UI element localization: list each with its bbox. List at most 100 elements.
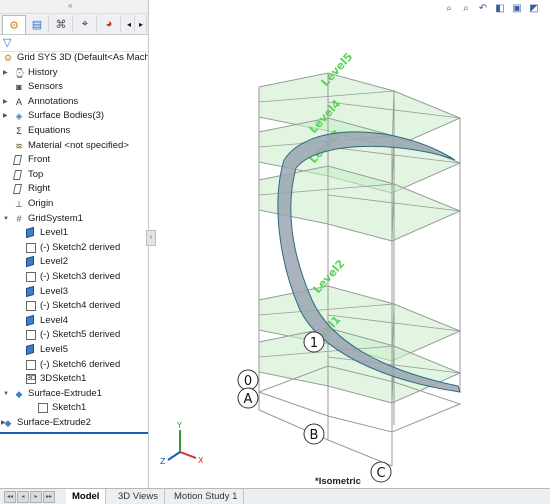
panel-tab-bar: ⚙ ▤ ⌘ ⌖ ◕ ◂ ▸ [0, 14, 148, 35]
tree-item-annotations[interactable]: ▶ A Annotations [0, 95, 148, 109]
grip-icon[interactable]: « [68, 1, 72, 10]
tree-item-sketch6-derived[interactable]: (-) Sketch6 derived [0, 358, 148, 372]
rollback-bar[interactable] [0, 432, 148, 434]
tree-item-label: Level1 [40, 227, 68, 239]
grid-bubble-label: A [244, 392, 253, 407]
tree-item-sketch1[interactable]: Sketch1 [0, 401, 148, 415]
level-icon [26, 256, 34, 268]
tree-item-label: Surface-Extrude2 [17, 417, 91, 428]
tree-item-level1[interactable]: Level1 [0, 226, 148, 240]
tree-item-label: Level5 [40, 344, 68, 355]
3d-scene[interactable]: Level5Level4Level3Level2Level10A1BCXYZ [149, 0, 550, 488]
zoom-area-icon[interactable]: ⌕ [460, 3, 472, 15]
tree-item-label: Origin [28, 198, 54, 209]
tree-item-top[interactable]: Top [0, 168, 148, 182]
expand-arrow-icon[interactable]: ▶ [3, 66, 8, 80]
previous-view-icon[interactable]: ↶ [477, 3, 489, 15]
tree-item-material-not-specified[interactable]: ≋ Material <not specified> [0, 139, 148, 153]
filter-icon[interactable]: ▽ [3, 36, 11, 49]
expand-arrow-icon[interactable]: ▶ [3, 109, 8, 123]
tab-next-icon[interactable]: ▸ [30, 491, 42, 503]
tab-scroll-left-icon[interactable]: ◂ [124, 15, 135, 33]
tree-item-origin[interactable]: ⊥ Origin [0, 197, 148, 211]
level-icon [26, 285, 34, 297]
filter-row: ▽ [0, 35, 148, 52]
level-icon [26, 227, 34, 239]
tree-item-label: Sensors [28, 81, 63, 93]
tree-item-label: Level4 [40, 314, 68, 326]
display-manager-tab-icon[interactable]: ◕ [98, 15, 121, 33]
tree-item-sensors[interactable]: ◙ Sensors [0, 80, 148, 94]
tree-item-front[interactable]: Front [0, 153, 148, 167]
tree-item-label: (-) Sketch5 derived [40, 329, 121, 341]
triad-x-axis [179, 451, 197, 459]
tree-item-surface-extrude2[interactable]: ▶ ◆ Surface-Extrude2 [0, 416, 148, 430]
tree-item-level3[interactable]: Level3 [0, 285, 148, 299]
tree-item-surface-bodies-3[interactable]: ▶ ◈ Surface Bodies(3) [0, 109, 148, 123]
tree-item-equations[interactable]: Σ Equations [0, 124, 148, 138]
tree-item-label: Surface-Extrude1 [28, 387, 102, 399]
sketch-icon [26, 359, 36, 370]
tree-item-label: Surface Bodies(3) [28, 110, 105, 122]
surface-extrude-icon: ◆ [4, 418, 12, 428]
feature-manager-tab-icon[interactable]: ⚙ [2, 15, 26, 34]
grid-bubble-label: 1 [310, 336, 318, 351]
feature-manager-panel: « ⚙ ▤ ⌘ ⌖ ◕ ◂ ▸ ▽ ⚙ Grid SYS 3D (Default<As Mac… [0, 0, 149, 488]
tree-item-level4[interactable]: Level4 [0, 314, 148, 328]
property-manager-tab-icon[interactable]: ▤ [26, 15, 49, 33]
tab-model[interactable]: Model [66, 489, 107, 504]
triad-y-label: Y [176, 421, 182, 430]
grid-bubble-label: 0 [244, 374, 252, 389]
dimxpert-tab-icon[interactable]: ⌖ [74, 15, 97, 33]
tree-item-sketch5-derived[interactable]: (-) Sketch5 derived [0, 328, 148, 342]
tree-item-label: History [28, 66, 58, 78]
tab-3d-views[interactable]: 3D Views [112, 489, 165, 504]
view-orientation-label: *Isometric [315, 476, 361, 487]
plane-icon [12, 155, 23, 166]
tree-item-gridsystem1[interactable]: ▼ # GridSystem1 [0, 212, 148, 226]
configuration-manager-tab-icon[interactable]: ⌘ [50, 15, 73, 33]
tab-last-icon[interactable]: ▸▸ [43, 491, 55, 503]
sketch-icon [26, 242, 36, 253]
sensors-icon: ◙ [16, 82, 22, 93]
sketch-icon [26, 330, 36, 341]
tree-item-level2[interactable]: Level2 [0, 255, 148, 269]
tree-item-sketch2-derived[interactable]: (-) Sketch2 derived [0, 241, 148, 255]
surface-extrude-icon: ◆ [15, 388, 23, 399]
section-view-icon[interactable]: ◧ [494, 3, 506, 15]
panel-grip[interactable]: « [0, 0, 148, 14]
triad-z-label: Z [160, 457, 166, 466]
tree-item-surface-extrude1[interactable]: ▼ ◆ Surface-Extrude1 [0, 387, 148, 401]
tree-item-3dsketch1[interactable]: 3D 3DSketch1 [0, 372, 148, 386]
expand-arrow-icon[interactable]: ▼ [3, 212, 9, 226]
tab-motion-study-1[interactable]: Motion Study 1 [168, 489, 245, 504]
annotations-icon: A [15, 96, 22, 107]
view-orientation-icon[interactable]: ▣ [511, 3, 523, 15]
tree-item-level5[interactable]: Level5 [0, 343, 148, 357]
tab-first-icon[interactable]: ◂◂ [4, 491, 16, 503]
display-style-icon[interactable]: ◩ [528, 3, 540, 15]
expand-arrow-icon[interactable]: ▶ [3, 95, 8, 109]
tree-item-label: (-) Sketch6 derived [40, 358, 121, 370]
tree-item-grid-sys-3d-default-as-machin[interactable]: ⚙ Grid SYS 3D (Default<As Machin [0, 51, 148, 65]
level-icon [26, 343, 34, 356]
tree-item-label: Right [28, 183, 51, 195]
bottom-tab-bar: ◂◂ ◂ ▸ ▸▸ Model 3D Views Motion Study 1 [0, 488, 550, 504]
graphics-area[interactable]: Level5Level4Level3Level2Level10A1BCXYZ *… [149, 0, 550, 488]
tree-item-sketch3-derived[interactable]: (-) Sketch3 derived [0, 270, 148, 284]
tree-item-label: Annotations [28, 95, 79, 107]
coordinate-triad-icon: X Y Z [160, 421, 204, 466]
zoom-to-fit-icon[interactable]: ⌕ [443, 3, 455, 15]
plane-icon [12, 184, 23, 195]
tree-item-sketch4-derived[interactable]: (-) Sketch4 derived [0, 299, 148, 313]
grid-bubble-label: C [376, 466, 385, 481]
tree-item-right[interactable]: Right [0, 182, 148, 196]
tree-item-label: Top [28, 168, 44, 180]
tab-scroll-right-icon[interactable]: ▸ [136, 15, 147, 33]
level-icon [26, 314, 34, 326]
surface-bodies-icon: ◈ [15, 111, 23, 122]
tree-item-history[interactable]: ▶ ⌚ History [0, 66, 148, 80]
tree-item-label: (-) Sketch3 derived [40, 271, 121, 282]
expand-arrow-icon[interactable]: ▼ [3, 387, 9, 401]
tab-prev-icon[interactable]: ◂ [17, 491, 29, 503]
